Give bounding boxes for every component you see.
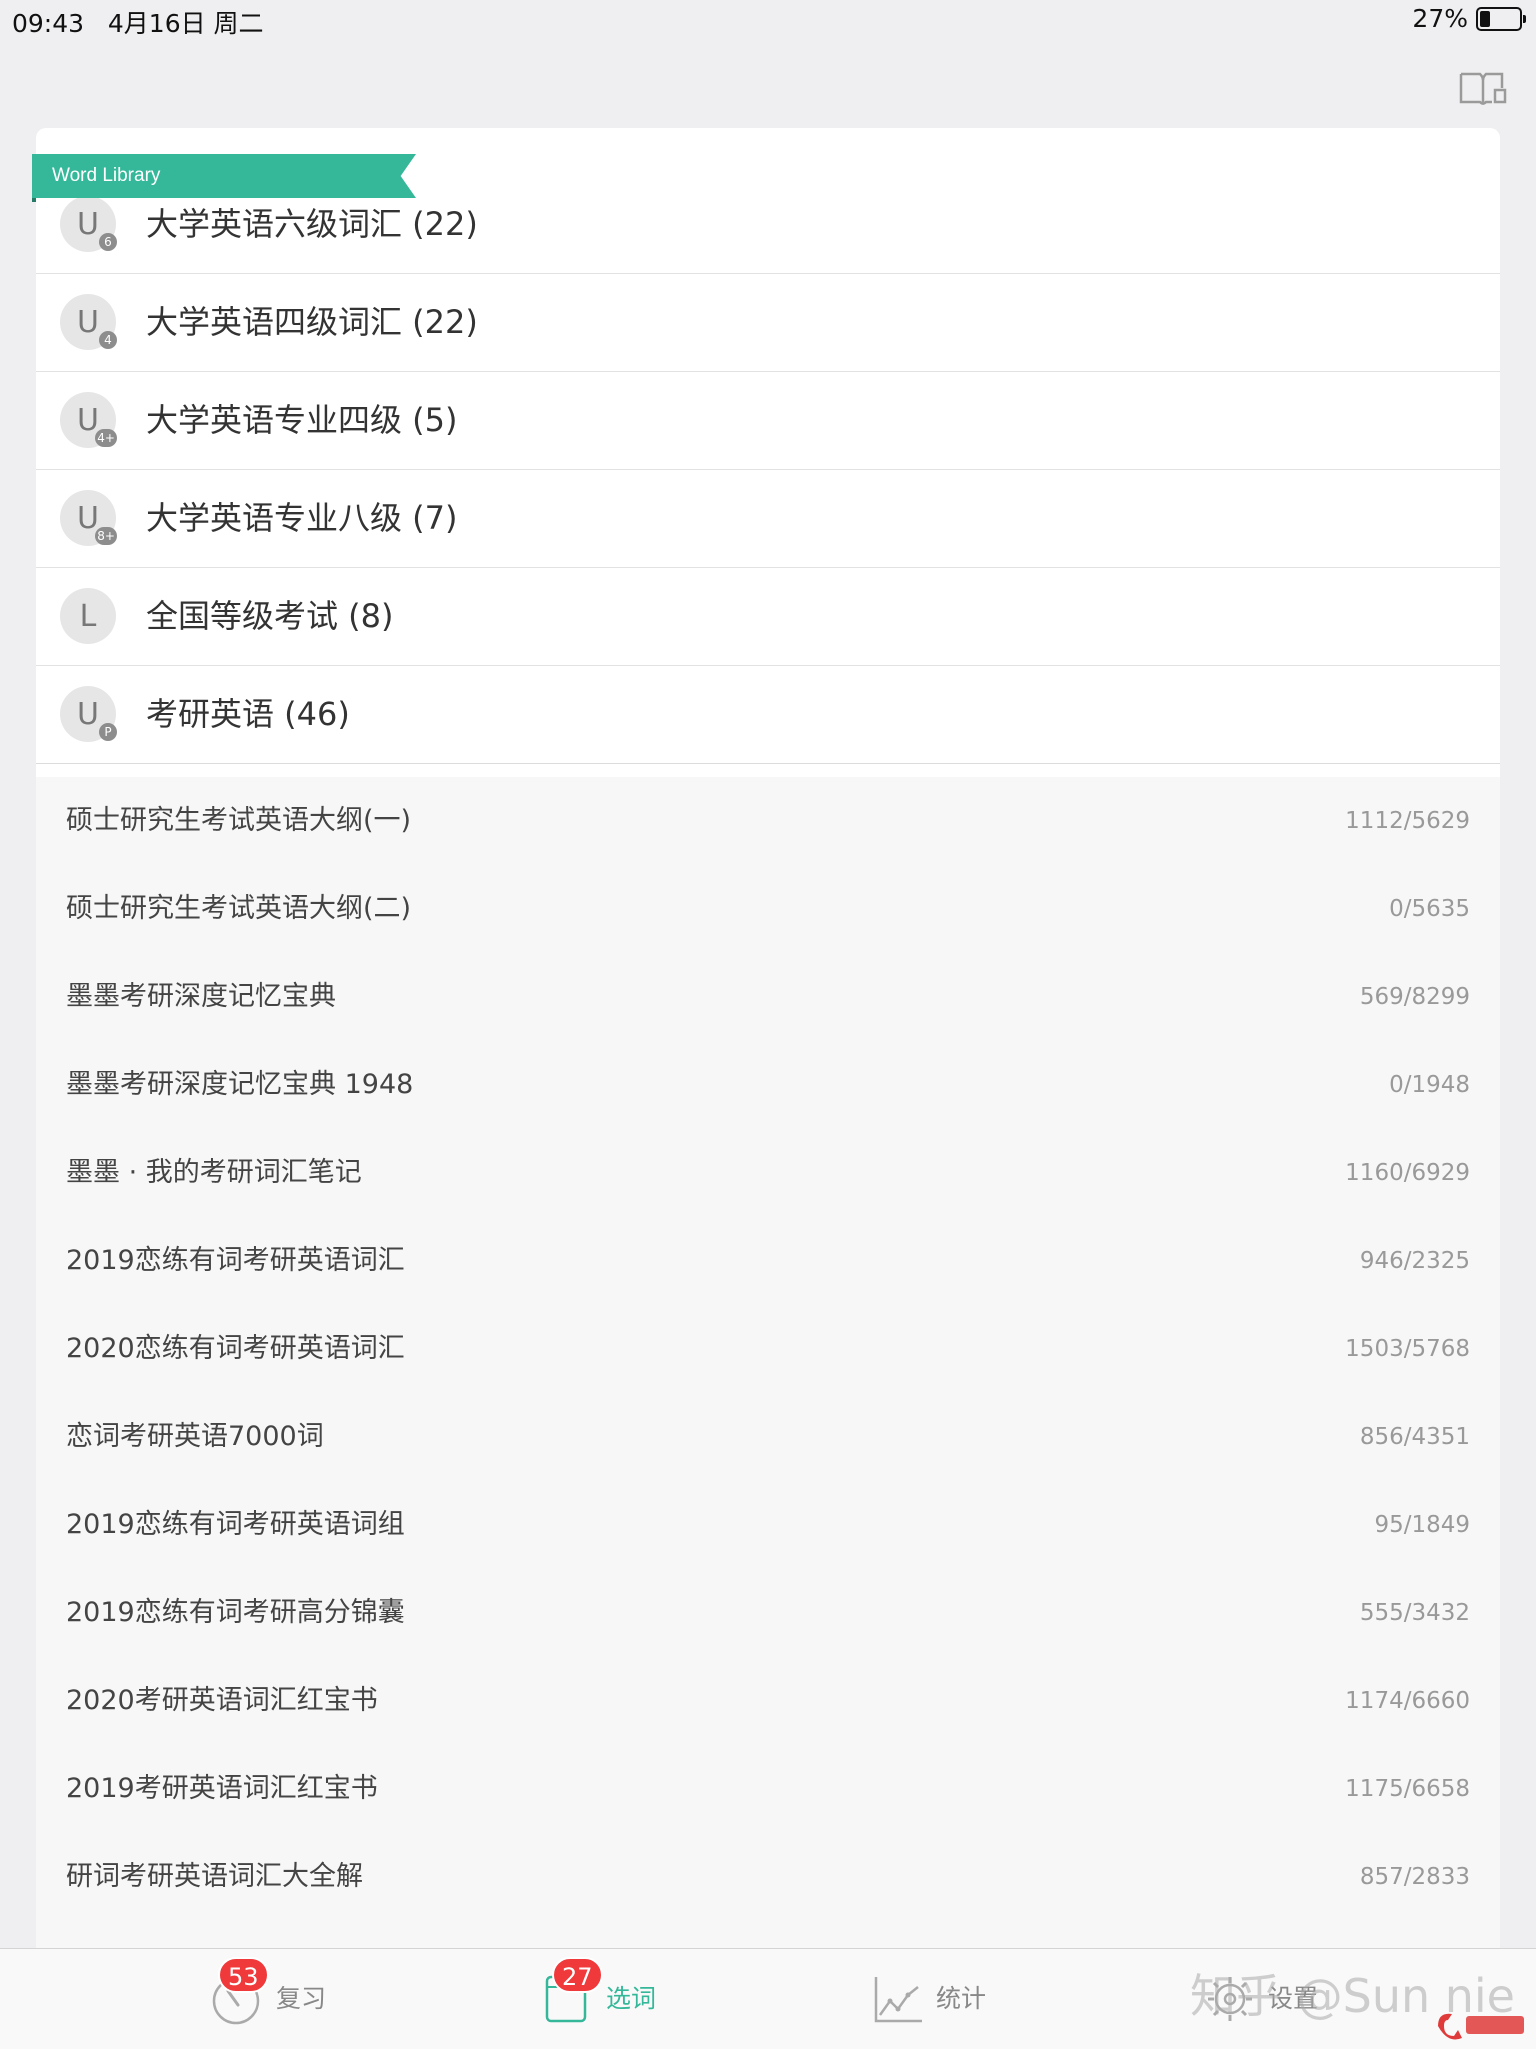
status-date: 4月16日 周二 [107, 9, 264, 38]
category-row-tem8[interactable]: U 8+ 大学英语专业八级 (7) [36, 470, 1500, 568]
category-badge: 4+ [95, 429, 117, 447]
tab-label: 复习 [276, 1984, 327, 2013]
book-list: 硕士研究生考试英语大纲(一) 1112/5629 硕士研究生考试英语大纲(二) 0/… [36, 777, 1500, 1948]
tab-select-words[interactable]: 选词 27 [542, 1949, 682, 2049]
battery-icon [1476, 6, 1526, 31]
category-label: 全国等级考试 (8) [146, 597, 394, 635]
tab-badge: 27 [552, 1957, 603, 1993]
book-name: 墨墨 · 我的考研词汇笔记 [66, 1157, 362, 1188]
book-count: 856/4351 [1359, 1424, 1470, 1450]
book-name: 2019恋练有词考研英语词汇 [66, 1245, 405, 1276]
book-row[interactable]: 硕士研究生考试英语大纲(一) 1112/5629 [36, 777, 1500, 865]
category-badge: 6 [99, 233, 117, 251]
tab-label: 选词 [606, 1984, 657, 2013]
category-list: U6 大学英语六级词汇 (22) U4 大学英语四级词汇 (22) U 4+ 大学… [36, 176, 1500, 764]
category-row-cet4[interactable]: U4 大学英语四级词汇 (22) [36, 274, 1500, 372]
status-battery: 27% [1412, 4, 1526, 33]
category-row-kaoyan[interactable]: UP 考研英语 (46) [36, 666, 1500, 764]
category-avatar: L [60, 588, 116, 644]
book-count: 569/8299 [1359, 984, 1470, 1010]
book-name: 研词考研英语词汇大全解 [66, 1861, 363, 1892]
tab-statistics[interactable]: 统计 [872, 1949, 1012, 2049]
category-avatar: UP [60, 686, 117, 742]
book-row[interactable]: 硕士研究生考试英语大纲(二) 0/5635 [36, 865, 1500, 953]
book-row[interactable]: 恋词考研英语7000词 856/4351 [36, 1393, 1500, 1481]
category-badge: P [99, 723, 117, 741]
book-row[interactable]: 2019恋练有词考研高分锦囊 555/3432 [36, 1569, 1500, 1657]
word-library-ribbon: Word Library [32, 154, 416, 198]
battery-fill [1480, 10, 1491, 27]
category-avatar: U4 [60, 294, 117, 350]
book-count: 0/5635 [1389, 896, 1470, 922]
category-label: 大学英语专业八级 (7) [146, 499, 458, 537]
site-logo-icon [1438, 2013, 1524, 2040]
book-row[interactable]: 2019恋练有词考研英语词汇 946/2325 [36, 1217, 1500, 1305]
book-row[interactable]: 墨墨 · 我的考研词汇笔记 1160/6929 [36, 1129, 1500, 1217]
category-label: 大学英语专业四级 (5) [146, 401, 458, 439]
book-count: 1112/5629 [1345, 808, 1470, 834]
category-avatar: U 8+ [60, 490, 117, 546]
book-count: 555/3432 [1359, 1600, 1470, 1626]
category-label: 考研英语 (46) [146, 695, 350, 733]
category-badge: 4 [99, 331, 117, 349]
book-count: 1503/5768 [1345, 1336, 1470, 1362]
tab-label: 统计 [936, 1984, 987, 2013]
book-name: 硕士研究生考试英语大纲(一) [66, 805, 412, 836]
book-name: 墨墨考研深度记忆宝典 1948 [66, 1069, 414, 1100]
tab-badge: 53 [218, 1957, 269, 1993]
book-count: 1160/6929 [1345, 1160, 1470, 1186]
status-bar: 09:43 4月16日 周二 27% [0, 0, 1536, 40]
status-time-date: 09:43 4月16日 周二 [12, 4, 264, 40]
chart-icon [874, 1977, 922, 2023]
book-name: 2019恋练有词考研高分锦囊 [66, 1597, 405, 1628]
category-row-national[interactable]: L 全国等级考试 (8) [36, 568, 1500, 666]
battery-percent: 27% [1412, 4, 1468, 33]
book-row[interactable]: 2020考研英语词汇红宝书 1174/6660 [36, 1657, 1500, 1745]
book-count: 1175/6658 [1345, 1776, 1470, 1802]
book-name: 墨墨考研深度记忆宝典 [66, 981, 336, 1012]
book-count: 857/2833 [1359, 1864, 1470, 1890]
category-avatar: U6 [60, 196, 117, 252]
book-count: 0/1948 [1389, 1072, 1470, 1098]
book-name: 2020考研英语词汇红宝书 [66, 1685, 378, 1716]
book-name: 2019考研英语词汇红宝书 [66, 1773, 378, 1804]
word-library-card: U6 大学英语六级词汇 (22) U4 大学英语四级词汇 (22) U 4+ 大学… [36, 128, 1500, 1948]
book-count: 946/2325 [1359, 1248, 1470, 1274]
book-row[interactable]: 2019恋练有词考研英语词组 95/1849 [36, 1481, 1500, 1569]
category-label: 大学英语四级词汇 (22) [146, 303, 478, 341]
book-name: 硕士研究生考试英语大纲(二) [66, 893, 412, 924]
ribbon-fold [32, 198, 36, 202]
status-time: 09:43 [12, 9, 85, 38]
book-row[interactable]: 墨墨考研深度记忆宝典 1948 0/1948 [36, 1041, 1500, 1129]
book-row[interactable]: 墨墨考研深度记忆宝典 569/8299 [36, 953, 1500, 1041]
book-row[interactable]: 研词考研英语词汇大全解 857/2833 [36, 1833, 1500, 1921]
book-name: 2019恋练有词考研英语词组 [66, 1509, 405, 1540]
book-count: 95/1849 [1374, 1512, 1470, 1538]
category-badge: 8+ [95, 527, 117, 545]
tab-review[interactable]: 复习 53 [210, 1949, 350, 2049]
book-name: 恋词考研英语7000词 [66, 1421, 324, 1452]
book-name: 2020恋练有词考研英语词汇 [66, 1333, 405, 1364]
book-icon[interactable] [1458, 68, 1508, 108]
category-avatar: U 4+ [60, 392, 117, 448]
book-count: 1174/6660 [1345, 1688, 1470, 1714]
book-row[interactable]: 2019考研英语词汇红宝书 1175/6658 [36, 1745, 1500, 1833]
category-row-tem4[interactable]: U 4+ 大学英语专业四级 (5) [36, 372, 1500, 470]
book-row[interactable]: 2020恋练有词考研英语词汇 1503/5768 [36, 1305, 1500, 1393]
